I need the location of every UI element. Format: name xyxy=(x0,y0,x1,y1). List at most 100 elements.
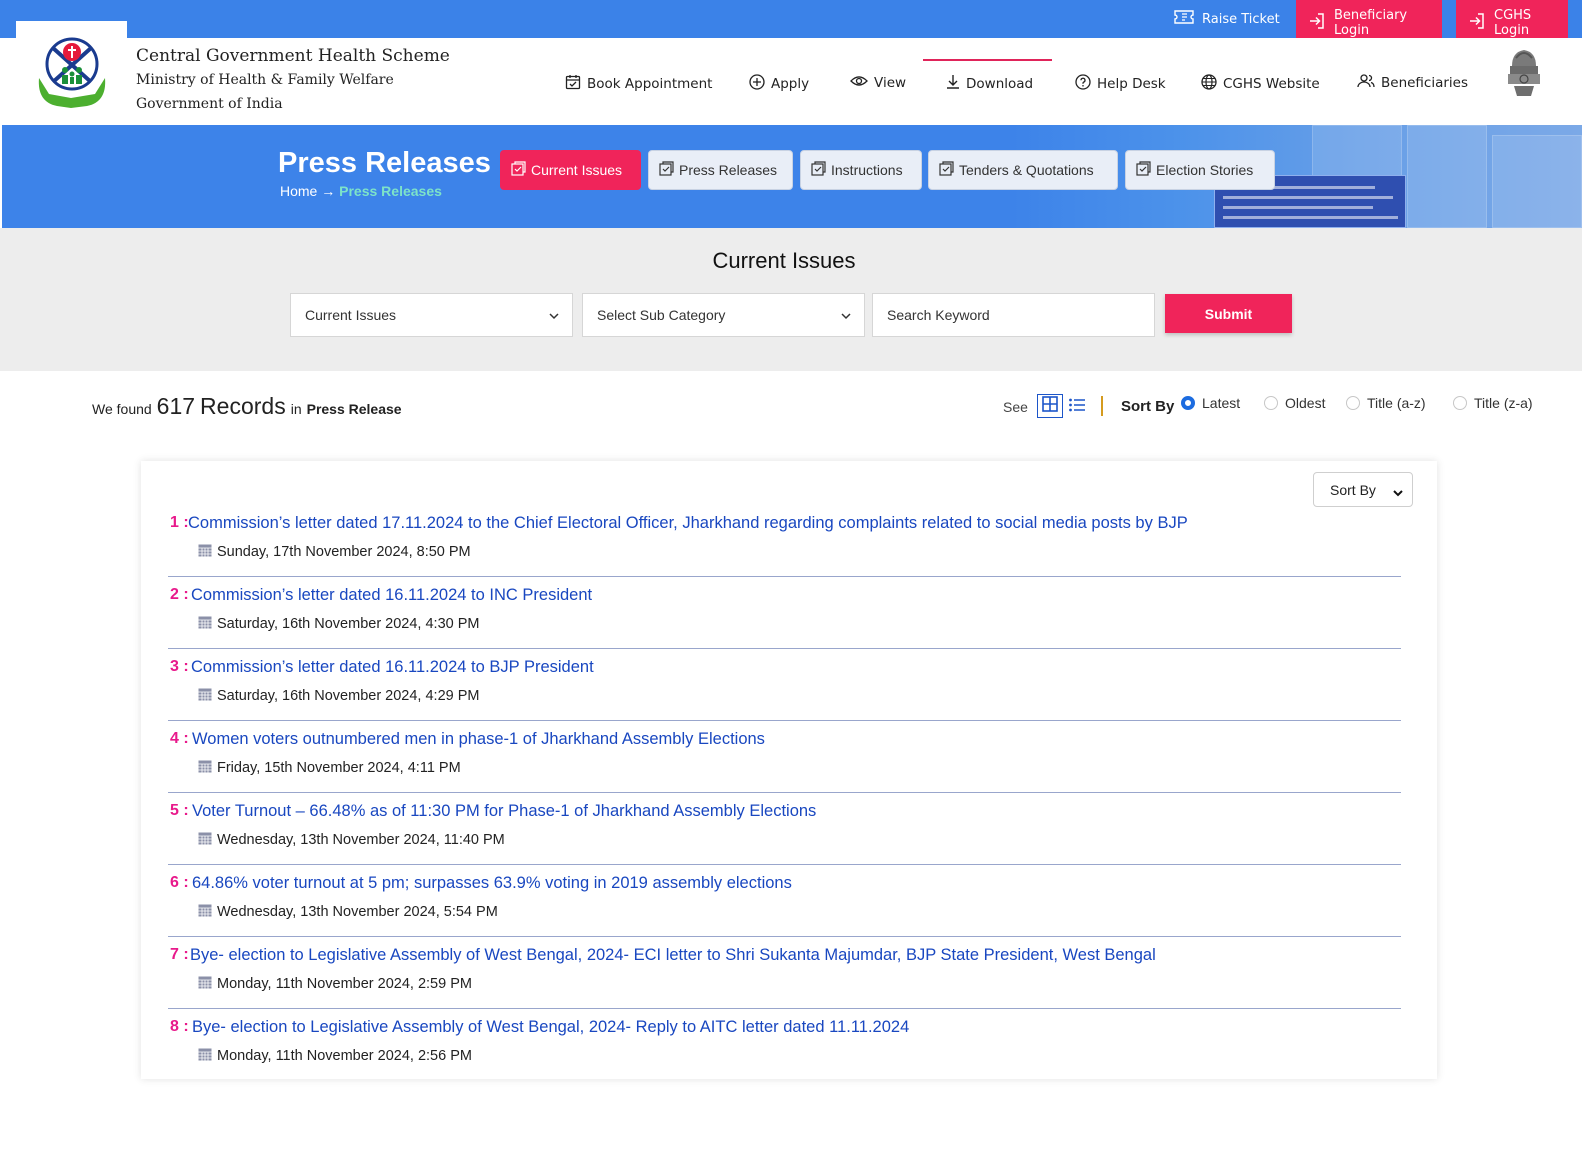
nav-download[interactable]: Download xyxy=(946,74,1033,94)
toolbar-divider xyxy=(1101,396,1103,416)
item-title-link[interactable]: Commission’s letter dated 16.11.2024 to … xyxy=(191,586,592,605)
breadcrumb-arrow: → xyxy=(321,183,336,199)
item-number: 1 : xyxy=(170,514,189,531)
item-title-link[interactable]: Commission’s letter dated 17.11.2024 to … xyxy=(188,514,1188,533)
list-item: 1 : Commission’s letter dated 17.11.2024… xyxy=(168,505,1401,577)
sort-option-oldest[interactable]: Oldest xyxy=(1264,395,1325,411)
page-banner: Press Releases Home → Press Releases Cur… xyxy=(2,125,1582,228)
raise-ticket-link[interactable]: Raise Ticket xyxy=(1174,0,1280,38)
category-select[interactable]: Current Issues xyxy=(290,293,573,337)
item-date: Saturday, 16th November 2024, 4:30 PM xyxy=(198,615,480,633)
records-section: Press Release xyxy=(306,401,402,417)
list-item: 6 : 64.86% voter turnout at 5 pm; surpas… xyxy=(168,865,1401,937)
view-mode-label: See xyxy=(1003,399,1028,415)
cghs-login-label: CGHS Login xyxy=(1494,8,1532,38)
tab-label: Instructions xyxy=(831,162,903,178)
checkbox-icon xyxy=(659,161,674,179)
filter-title: Current Issues xyxy=(712,248,856,273)
beneficiary-login-label: Beneficiary Login xyxy=(1334,8,1408,38)
item-number: 6 : xyxy=(170,874,189,891)
search-keyword-placeholder: Search Keyword xyxy=(887,307,990,323)
sort-by-label: Sort By xyxy=(1121,398,1175,415)
sort-option-label: Oldest xyxy=(1285,395,1326,411)
list-view-toggle[interactable] xyxy=(1068,396,1086,416)
tab-label: Current Issues xyxy=(531,162,623,178)
list-item: 2 : Commission’s letter dated 16.11.2024… xyxy=(168,577,1401,649)
calendar-icon xyxy=(198,903,212,921)
tab-instructions[interactable]: Instructions xyxy=(800,150,922,190)
list-item: 7 : Bye- election to Legislative Assembl… xyxy=(168,937,1401,1009)
list-sort-select[interactable]: Sort By xyxy=(1313,472,1413,507)
category-select-value: Current Issues xyxy=(305,307,397,323)
item-date: Monday, 11th November 2024, 2:56 PM xyxy=(198,1047,472,1065)
calendar-icon xyxy=(198,687,212,705)
tab-current-issues[interactable]: Current Issues xyxy=(500,150,641,190)
nav-label: Apply xyxy=(771,76,810,92)
records-count: 617 xyxy=(156,393,196,419)
subcategory-select-value: Select Sub Category xyxy=(597,307,726,323)
item-number: 2 : xyxy=(170,586,189,603)
breadcrumb-home[interactable]: Home xyxy=(280,183,317,199)
national-emblem xyxy=(1504,46,1544,102)
item-date-text: Monday, 11th November 2024, 2:59 PM xyxy=(217,976,472,992)
records-in: in xyxy=(290,401,302,417)
list-item: 4 : Women voters outnumbered men in phas… xyxy=(168,721,1401,793)
item-date-text: Saturday, 16th November 2024, 4:30 PM xyxy=(217,616,480,632)
checkbox-icon xyxy=(811,161,826,179)
item-title-link[interactable]: Commission’s letter dated 16.11.2024 to … xyxy=(191,658,594,677)
sort-option-title-az[interactable]: Title (a-z) xyxy=(1346,395,1426,411)
sort-option-label: Latest xyxy=(1202,395,1241,411)
item-date-text: Friday, 15th November 2024, 4:11 PM xyxy=(217,760,461,776)
sort-option-latest[interactable]: Latest xyxy=(1181,395,1240,411)
records-prefix: We found xyxy=(92,401,152,417)
tab-election-stories[interactable]: Election Stories xyxy=(1125,150,1275,190)
nav-help-desk[interactable]: Help Desk xyxy=(1075,74,1166,94)
tab-press-releases[interactable]: Press Releases xyxy=(648,150,793,190)
breadcrumb: Home → Press Releases xyxy=(280,183,442,199)
item-date-text: Monday, 11th November 2024, 2:56 PM xyxy=(217,1048,472,1064)
radio-selected-icon xyxy=(1181,396,1195,410)
chevron-down-icon xyxy=(840,309,852,325)
subcategory-select[interactable]: Select Sub Category xyxy=(582,293,865,337)
calendar-icon xyxy=(198,831,212,849)
item-title-link[interactable]: 64.86% voter turnout at 5 pm; surpasses … xyxy=(192,874,792,893)
ashoka-emblem-icon xyxy=(1508,50,1540,96)
site-header: Central Government Health Scheme Ministr… xyxy=(0,21,1582,125)
nav-view[interactable]: View xyxy=(850,74,906,92)
submit-button[interactable]: Submit xyxy=(1165,294,1292,333)
press-release-list: Sort By 1 : Commission’s letter dated 17… xyxy=(141,461,1437,1079)
nav-label: CGHS Website xyxy=(1223,76,1320,92)
calendar-icon xyxy=(198,759,212,777)
nav-book-appointment[interactable]: Book Appointment xyxy=(565,74,712,94)
government-name: Government of India xyxy=(136,96,283,112)
nav-apply[interactable]: Apply xyxy=(749,74,809,94)
nav-cghs-website[interactable]: CGHS Website xyxy=(1201,74,1320,94)
search-keyword-input[interactable]: Search Keyword xyxy=(872,293,1155,337)
calendar-icon xyxy=(198,975,212,993)
item-title-link[interactable]: Voter Turnout – 66.48% as of 11:30 PM fo… xyxy=(192,802,816,821)
item-date-text: Wednesday, 13th November 2024, 11:40 PM xyxy=(217,832,505,848)
item-title-link[interactable]: Bye- election to Legislative Assembly of… xyxy=(192,1018,909,1037)
item-date-text: Saturday, 16th November 2024, 4:29 PM xyxy=(217,688,480,704)
list-item: 8 : Bye- election to Legislative Assembl… xyxy=(168,1009,1401,1081)
cghs-logo[interactable] xyxy=(16,21,127,125)
organization-block: Central Government Health Scheme Ministr… xyxy=(136,44,450,116)
calendar-check-icon xyxy=(565,74,581,94)
item-date: Wednesday, 13th November 2024, 5:54 PM xyxy=(198,903,498,921)
top-utility-bar: Raise Ticket Beneficiary Login CGHS Logi… xyxy=(0,0,1582,46)
chevron-down-icon xyxy=(548,309,560,325)
grid-view-toggle[interactable] xyxy=(1037,394,1063,418)
plus-circle-icon xyxy=(749,74,765,94)
tab-tenders-quotations[interactable]: Tenders & Quotations xyxy=(928,150,1118,190)
nav-label: Book Appointment xyxy=(587,76,713,92)
tab-label: Tenders & Quotations xyxy=(959,162,1094,178)
nav-label: Download xyxy=(966,76,1034,92)
nav-beneficiaries[interactable]: Beneficiaries xyxy=(1357,74,1468,92)
item-date: Saturday, 16th November 2024, 4:29 PM xyxy=(198,687,480,705)
checkbox-icon xyxy=(511,161,526,179)
list-sort-value: Sort By xyxy=(1330,481,1376,498)
nav-label: Help Desk xyxy=(1097,76,1166,92)
item-title-link[interactable]: Bye- election to Legislative Assembly of… xyxy=(190,946,1156,965)
item-title-link[interactable]: Women voters outnumbered men in phase-1 … xyxy=(192,730,765,749)
sort-option-title-za[interactable]: Title (z-a) xyxy=(1453,395,1533,411)
